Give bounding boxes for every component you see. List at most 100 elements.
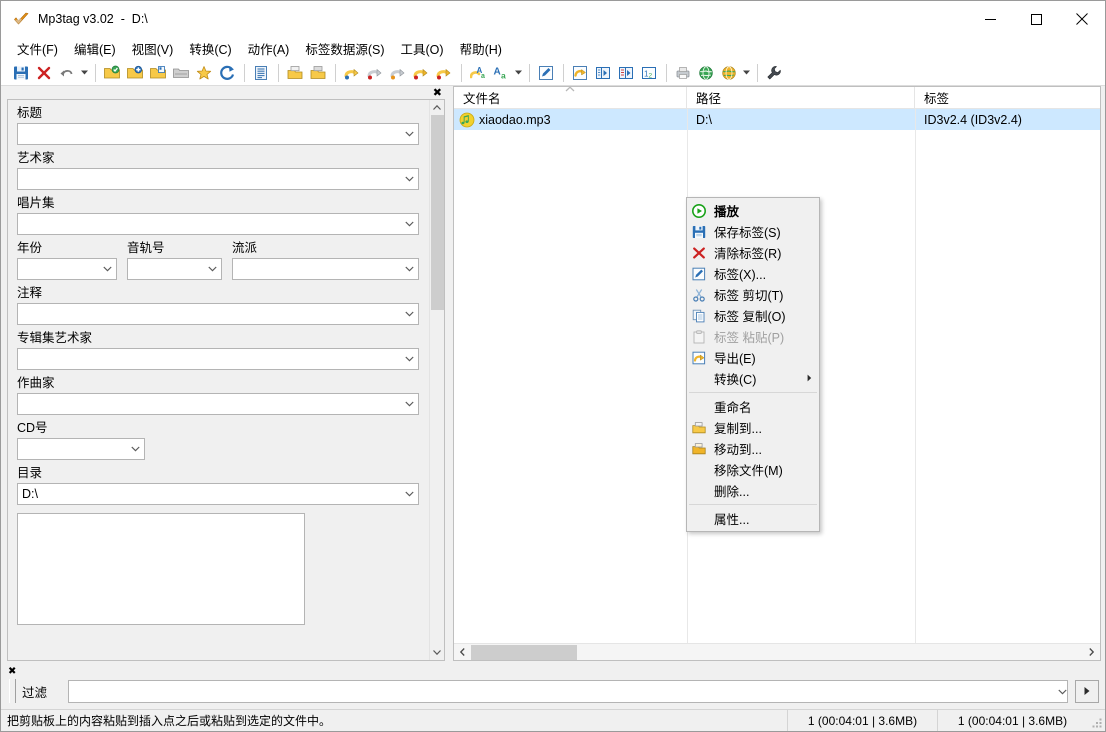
scroll-right-icon[interactable]: [1083, 644, 1100, 661]
tag-edit-icon[interactable]: [535, 62, 557, 84]
ctx-cut-tag[interactable]: 标签 剪切(T): [687, 284, 819, 305]
report-icon[interactable]: [250, 62, 272, 84]
chevron-down-icon[interactable]: [401, 169, 418, 189]
hscrollbar-thumb[interactable]: [471, 644, 577, 660]
filename-to-filename-icon[interactable]: [387, 62, 409, 84]
column-filename[interactable]: 文件名: [454, 87, 687, 108]
scrollbar-track[interactable]: [429, 115, 444, 645]
actions-icon[interactable]: A a: [467, 62, 489, 84]
chevron-down-icon[interactable]: [1058, 684, 1067, 698]
resize-grip-icon[interactable]: [1087, 710, 1105, 731]
table-row[interactable]: xiaodao.mp3 D:\ ID3v2.4 (ID3v2.4): [454, 109, 1100, 130]
tag-source-icon[interactable]: [695, 62, 717, 84]
close-icon[interactable]: ✖: [1, 665, 1105, 677]
menu-actions[interactable]: 动作(A): [240, 37, 298, 60]
undo-dropdown-icon[interactable]: [79, 62, 90, 84]
ctx-copy-to[interactable]: 复制到...: [687, 417, 819, 438]
menu-convert[interactable]: 转换(C): [181, 37, 239, 60]
chevron-down-icon[interactable]: [204, 259, 221, 279]
close-button[interactable]: [1059, 1, 1105, 37]
field-genre[interactable]: [232, 258, 419, 280]
chevron-down-icon[interactable]: [401, 124, 418, 144]
ctx-remove-tag[interactable]: 清除标签(R): [687, 242, 819, 263]
minimize-button[interactable]: [967, 1, 1013, 37]
change-directory-icon[interactable]: [101, 62, 123, 84]
apply-filter-button[interactable]: [1075, 679, 1099, 703]
tag-to-filename-icon[interactable]: [341, 62, 363, 84]
chevron-down-icon[interactable]: [99, 259, 116, 279]
maximize-button[interactable]: [1013, 1, 1059, 37]
chevron-down-icon[interactable]: [401, 349, 418, 369]
menu-tag-sources[interactable]: 标签数据源(S): [297, 37, 392, 60]
print-cover-icon[interactable]: [672, 62, 694, 84]
field-composer[interactable]: [17, 393, 419, 415]
ctx-delete[interactable]: 删除...: [687, 480, 819, 501]
tag-to-tag-icon[interactable]: [410, 62, 432, 84]
ctx-move-to[interactable]: 移动到...: [687, 438, 819, 459]
field-albumartist[interactable]: [17, 348, 419, 370]
tag-panel-scrollbar[interactable]: [429, 100, 444, 660]
actions-icon5[interactable]: [433, 62, 455, 84]
actions-dropdown-icon[interactable]: [513, 62, 524, 84]
file-list-hscrollbar[interactable]: [454, 643, 1100, 660]
undo-icon[interactable]: [56, 62, 78, 84]
close-icon[interactable]: ✖: [431, 87, 444, 98]
copy-tag-icon[interactable]: [284, 62, 306, 84]
actions-quick-icon[interactable]: A a: [490, 62, 512, 84]
playlist-icon[interactable]: [592, 62, 614, 84]
ctx-rename[interactable]: 重命名: [687, 396, 819, 417]
save-icon[interactable]: [10, 62, 32, 84]
chevron-down-icon[interactable]: [401, 304, 418, 324]
column-tag[interactable]: 标签: [915, 87, 1100, 108]
ctx-export[interactable]: 导出(E): [687, 347, 819, 368]
menu-edit[interactable]: 编辑(E): [66, 37, 124, 60]
chevron-down-icon[interactable]: [401, 214, 418, 234]
tag-source-dropdown-icon[interactable]: [741, 62, 752, 84]
cover-art-area[interactable]: [17, 513, 305, 625]
playlist2-icon[interactable]: [615, 62, 637, 84]
field-directory[interactable]: D:\: [17, 483, 419, 505]
export-icon[interactable]: [569, 62, 591, 84]
remove-icon[interactable]: [33, 62, 55, 84]
field-year[interactable]: [17, 258, 117, 280]
menu-help[interactable]: 帮助(H): [452, 37, 510, 60]
auto-number-icon[interactable]: 1 2: [638, 62, 660, 84]
menu-tools[interactable]: 工具(O): [393, 37, 452, 60]
column-path[interactable]: 路径: [687, 87, 915, 108]
drag-handle[interactable]: [9, 679, 16, 703]
refresh-icon[interactable]: [216, 62, 238, 84]
ctx-save-tag[interactable]: 保存标签(S): [687, 221, 819, 242]
ctx-play[interactable]: 播放: [687, 200, 819, 221]
field-artist[interactable]: [17, 168, 419, 190]
field-album[interactable]: [17, 213, 419, 235]
scrollbar-thumb[interactable]: [430, 115, 444, 310]
ctx-edit-tag[interactable]: 标签(X)...: [687, 263, 819, 284]
hscrollbar-track[interactable]: [471, 643, 1083, 660]
add-files-icon[interactable]: [147, 62, 169, 84]
add-directory-icon[interactable]: [124, 62, 146, 84]
chevron-down-icon[interactable]: [401, 394, 418, 414]
field-discnumber[interactable]: [17, 438, 145, 460]
chevron-down-icon[interactable]: [401, 484, 418, 504]
field-track[interactable]: [127, 258, 222, 280]
favorites-icon[interactable]: [193, 62, 215, 84]
ctx-convert[interactable]: 转换(C): [687, 368, 819, 389]
options-icon[interactable]: [763, 62, 785, 84]
scroll-down-icon[interactable]: [430, 645, 445, 660]
ctx-copy-tag[interactable]: 标签 复制(O): [687, 305, 819, 326]
scroll-up-icon[interactable]: [430, 100, 445, 115]
filename-to-tag-icon[interactable]: [364, 62, 386, 84]
paste-tag-icon[interactable]: [307, 62, 329, 84]
field-title[interactable]: [17, 123, 419, 145]
chevron-down-icon[interactable]: [127, 439, 144, 459]
menu-file[interactable]: 文件(F): [9, 37, 66, 60]
ctx-remove-file[interactable]: 移除文件(M): [687, 459, 819, 480]
ctx-properties[interactable]: 属性...: [687, 508, 819, 529]
remove-folder-icon[interactable]: [170, 62, 192, 84]
scroll-left-icon[interactable]: [454, 644, 471, 661]
chevron-down-icon[interactable]: [401, 259, 418, 279]
field-comment[interactable]: [17, 303, 419, 325]
menu-view[interactable]: 视图(V): [124, 37, 182, 60]
tag-source2-icon[interactable]: [718, 62, 740, 84]
filter-input[interactable]: [68, 679, 1068, 703]
